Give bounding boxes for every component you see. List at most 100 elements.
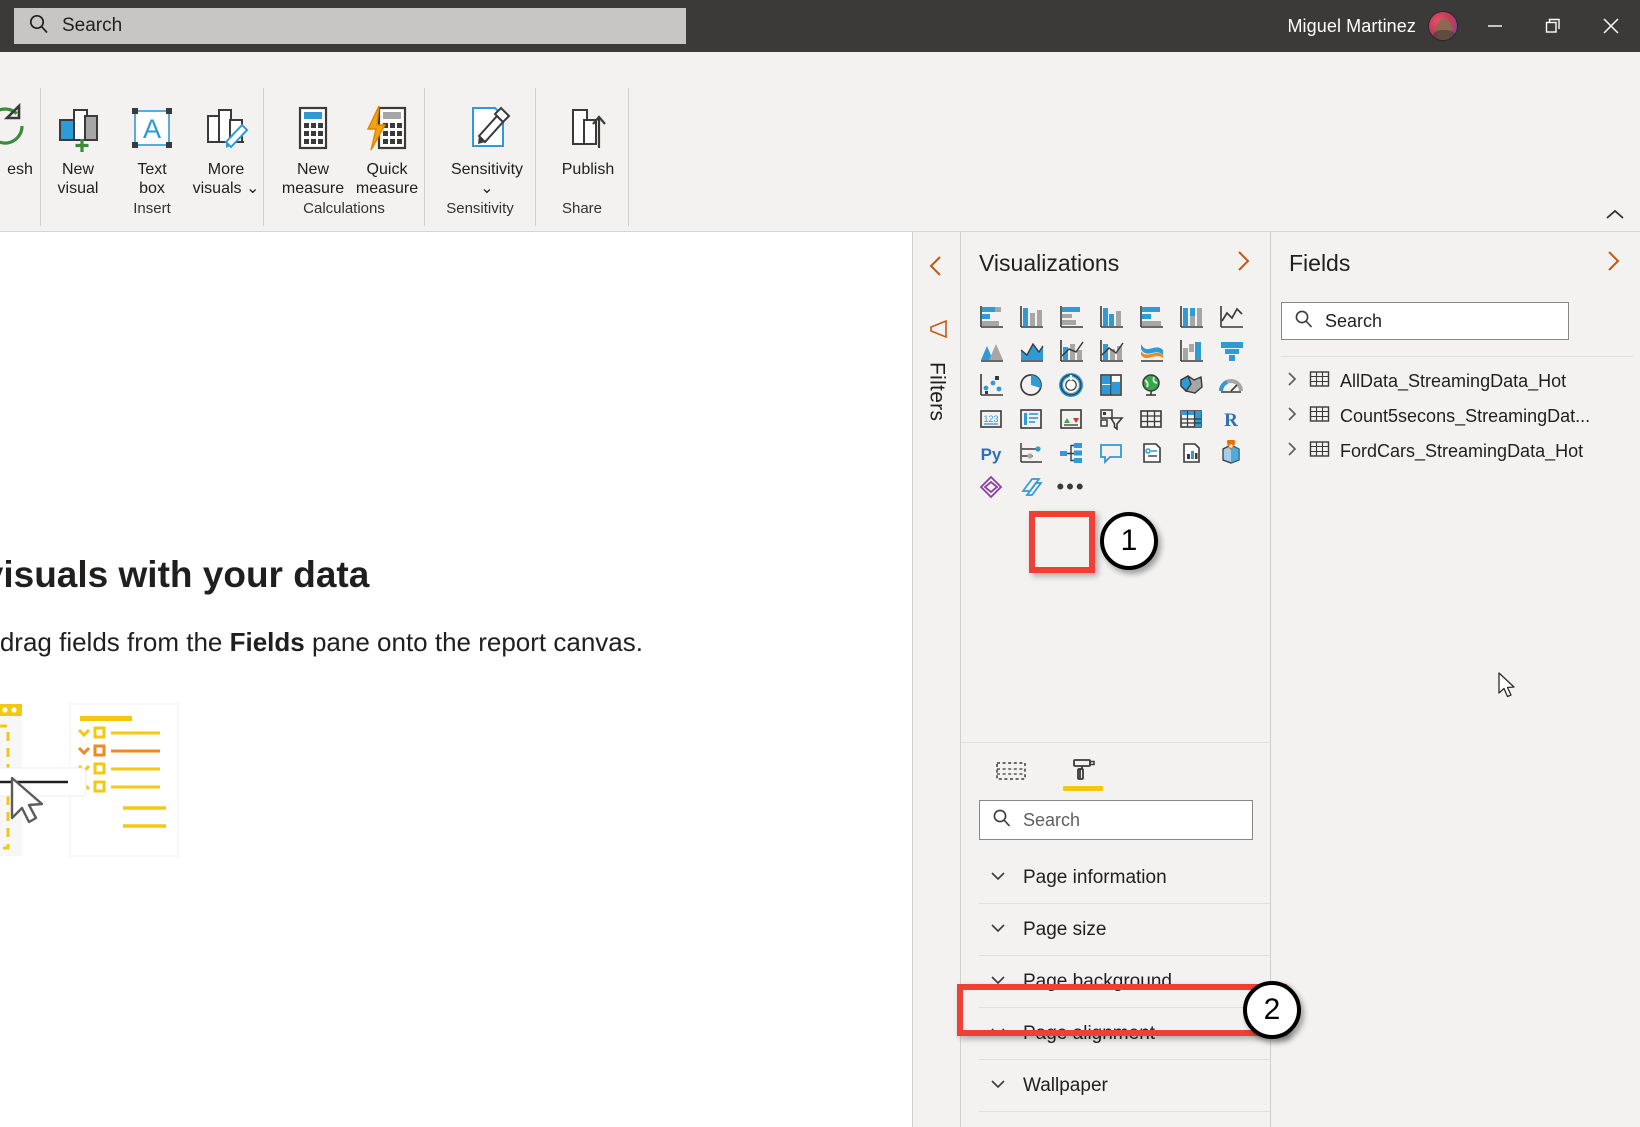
avatar[interactable] bbox=[1428, 11, 1458, 41]
viz-arcgis-map[interactable] bbox=[1211, 436, 1251, 470]
viz-100-stacked-column-chart[interactable] bbox=[1171, 300, 1211, 334]
viz-stacked-bar-chart[interactable] bbox=[971, 300, 1011, 334]
viz-key-influencers[interactable] bbox=[1051, 436, 1091, 470]
viz-paginated-report[interactable] bbox=[1131, 436, 1171, 470]
viz-decomposition-tree[interactable] bbox=[1011, 436, 1051, 470]
viz-clustered-column-chart[interactable] bbox=[1091, 300, 1131, 334]
viz-stacked-area-chart[interactable] bbox=[1011, 334, 1051, 368]
subtitle-bold: Fields bbox=[230, 627, 305, 657]
viz-area-chart[interactable] bbox=[971, 334, 1011, 368]
viz-stacked-column-chart[interactable] bbox=[1011, 300, 1051, 334]
new-visual-button[interactable]: New visual bbox=[41, 94, 115, 198]
close-button[interactable] bbox=[1582, 0, 1640, 52]
quick-measure-button[interactable]: Quick measure bbox=[350, 94, 424, 198]
chevron-down-icon bbox=[989, 921, 1007, 939]
more-visuals-icon bbox=[200, 98, 252, 158]
quick-measure-label: Quick measure bbox=[356, 160, 418, 198]
chevron-right-icon[interactable] bbox=[1285, 405, 1299, 428]
fields-pane: Fields Search bbox=[1270, 232, 1640, 1127]
new-visual-icon bbox=[52, 98, 104, 158]
viz-slicer[interactable] bbox=[1091, 402, 1131, 436]
format-pane-tab[interactable] bbox=[1055, 747, 1111, 795]
viz-clustered-bar-chart[interactable] bbox=[1051, 300, 1091, 334]
svg-text:123: 123 bbox=[983, 414, 998, 424]
publish-button[interactable]: Publish bbox=[548, 94, 628, 179]
viz-treemap[interactable] bbox=[1091, 368, 1131, 402]
viz-ribbon-chart[interactable] bbox=[1131, 334, 1171, 368]
ribbon-group-insert-label: Insert bbox=[41, 200, 263, 217]
new-measure-button[interactable]: New measure bbox=[276, 94, 350, 198]
refresh-button[interactable]: esh bbox=[0, 94, 40, 179]
mouse-cursor bbox=[1498, 672, 1518, 705]
viz-python-visual[interactable]: Py bbox=[971, 436, 1011, 470]
viz-multi-row-card[interactable] bbox=[1011, 402, 1051, 436]
fields-pane-tab[interactable] bbox=[983, 747, 1039, 795]
table-icon bbox=[1309, 370, 1330, 393]
ribbon: esh bbox=[0, 52, 1640, 232]
viz-smart-narrative[interactable] bbox=[1171, 436, 1211, 470]
publish-label: Publish bbox=[562, 160, 614, 179]
ribbon-group-share-label: Share bbox=[536, 200, 628, 217]
format-section-page-background[interactable]: Page background bbox=[979, 956, 1271, 1008]
format-section-filter-pane[interactable]: Filter pane bbox=[979, 1112, 1271, 1127]
chevron-right-icon[interactable] bbox=[1285, 370, 1299, 393]
more-visuals-button[interactable]: More visuals ⌄ bbox=[189, 94, 263, 198]
viz-map[interactable] bbox=[1131, 368, 1171, 402]
text-box-button[interactable]: A Text box bbox=[115, 94, 189, 198]
filter-funnel-icon[interactable] bbox=[925, 318, 949, 345]
viz-table[interactable] bbox=[1131, 402, 1171, 436]
text-box-icon: A bbox=[126, 98, 178, 158]
search-icon bbox=[1294, 309, 1314, 334]
report-canvas[interactable]: Build visuals with your data Select or d… bbox=[0, 232, 912, 1127]
chevron-right-icon[interactable] bbox=[1285, 440, 1299, 463]
more-options-label: ••• bbox=[1056, 482, 1085, 492]
collapse-filters-button[interactable] bbox=[927, 254, 945, 283]
viz-pie-chart[interactable] bbox=[1011, 368, 1051, 402]
fields-pane-header: Fields bbox=[1271, 232, 1640, 294]
collapse-ribbon-button[interactable] bbox=[1604, 208, 1626, 227]
format-pane-tab-indicator bbox=[1063, 786, 1103, 791]
restore-button[interactable] bbox=[1524, 0, 1582, 52]
format-section-page-size[interactable]: Page size bbox=[979, 904, 1271, 956]
field-table-name: FordCars_StreamingData_Hot bbox=[1340, 441, 1583, 462]
viz-more-options[interactable]: ••• bbox=[1051, 470, 1091, 504]
format-search-input[interactable]: Search bbox=[979, 800, 1253, 840]
format-section-page-alignment[interactable]: Page alignment bbox=[979, 1008, 1271, 1060]
field-table-row[interactable]: AllData_StreamingData_Hot bbox=[1285, 364, 1625, 398]
sensitivity-button[interactable]: Sensitivity ⌄ bbox=[439, 94, 535, 198]
viz-power-apps-visual[interactable] bbox=[971, 470, 1011, 504]
viz-gauge-chart[interactable] bbox=[1211, 368, 1251, 402]
chevron-down-icon bbox=[989, 869, 1007, 887]
expand-visualizations-button[interactable] bbox=[1234, 249, 1252, 278]
viz-card[interactable]: 123 bbox=[971, 402, 1011, 436]
viz-line-and-stacked-column-chart[interactable] bbox=[1051, 334, 1091, 368]
visualizations-title: Visualizations bbox=[979, 250, 1119, 277]
expand-fields-button[interactable] bbox=[1604, 249, 1622, 278]
fields-search-input[interactable]: Search bbox=[1281, 302, 1569, 340]
callout-2: 2 bbox=[1243, 981, 1301, 1039]
viz-donut-chart[interactable] bbox=[1051, 368, 1091, 402]
viz-kpi[interactable] bbox=[1051, 402, 1091, 436]
ribbon-group-sensitivity: Sensitivity ⌄ Sensitivity bbox=[425, 88, 535, 232]
viz-q-and-a[interactable] bbox=[1091, 436, 1131, 470]
viz-100-stacked-bar-chart[interactable] bbox=[1131, 300, 1171, 334]
user-account[interactable]: Miguel Martinez bbox=[1287, 0, 1458, 52]
field-table-row[interactable]: Count5secons_StreamingDat... bbox=[1285, 399, 1625, 433]
format-section-wallpaper[interactable]: Wallpaper bbox=[979, 1060, 1271, 1112]
minimize-button[interactable] bbox=[1466, 0, 1524, 52]
field-table-row[interactable]: FordCars_StreamingData_Hot bbox=[1285, 434, 1625, 468]
paint-roller-icon bbox=[1066, 757, 1100, 785]
format-section-page-information[interactable]: Page information bbox=[979, 852, 1271, 904]
viz-filled-map[interactable] bbox=[1171, 368, 1211, 402]
viz-waterfall-chart[interactable] bbox=[1171, 334, 1211, 368]
viz-scatter-chart[interactable] bbox=[971, 368, 1011, 402]
viz-r-script-visual[interactable]: R bbox=[1211, 402, 1251, 436]
viz-line-chart[interactable] bbox=[1211, 300, 1251, 334]
viz-power-automate-visual[interactable] bbox=[1011, 470, 1051, 504]
user-name-label: Miguel Martinez bbox=[1287, 16, 1416, 37]
global-search-input[interactable]: Search bbox=[14, 8, 686, 44]
viz-line-and-clustered-column-chart[interactable] bbox=[1091, 334, 1131, 368]
viz-funnel-chart[interactable] bbox=[1211, 334, 1251, 368]
viz-matrix[interactable] bbox=[1171, 402, 1211, 436]
format-search-placeholder: Search bbox=[1023, 810, 1080, 831]
